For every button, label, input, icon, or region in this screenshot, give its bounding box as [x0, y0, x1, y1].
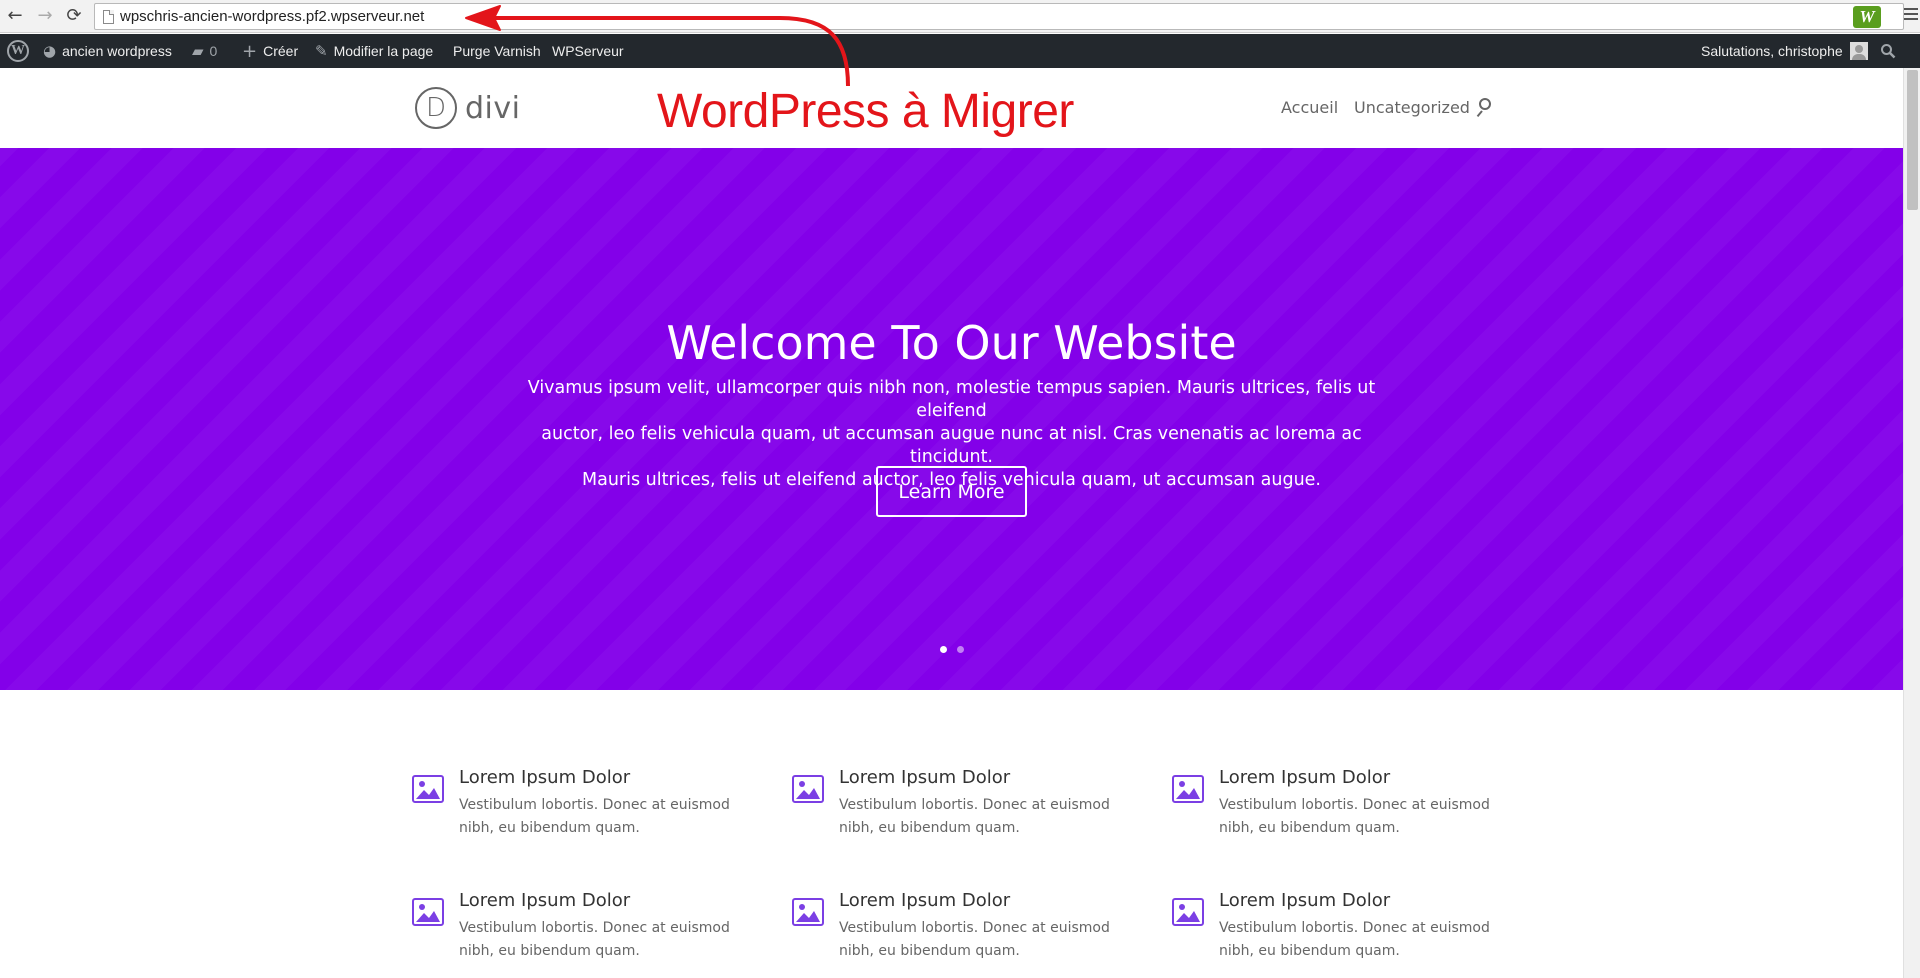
image-icon — [1172, 775, 1204, 803]
search-icon — [1881, 44, 1896, 59]
nav-uncategorized[interactable]: Uncategorized — [1354, 98, 1470, 117]
purge-varnish-label: Purge Varnish — [453, 43, 541, 59]
edit-page-menu[interactable]: ✎ Modifier la page — [315, 34, 433, 68]
blurb-text: Vestibulum lobortis. Donec at euismod ni… — [459, 920, 730, 959]
new-content-menu[interactable]: + Créer — [242, 34, 298, 68]
wpserveur-menu[interactable]: WPServeur — [552, 34, 624, 68]
blurb: Lorem Ipsum Dolor Vestibulum lobortis. D… — [1172, 890, 1512, 970]
comments-menu[interactable]: ▰ 0 — [192, 34, 217, 68]
browser-menu-icon[interactable] — [1904, 8, 1918, 24]
hero-title: Welcome To Our Website — [666, 316, 1237, 370]
wpserveur-label: WPServeur — [552, 43, 624, 59]
forward-arrow-icon[interactable]: → — [34, 5, 56, 27]
purge-varnish-menu[interactable]: Purge Varnish — [453, 34, 541, 68]
image-icon — [792, 898, 824, 926]
image-icon — [412, 898, 444, 926]
blurb: Lorem Ipsum Dolor Vestibulum lobortis. D… — [1172, 767, 1512, 847]
page-scrollbar[interactable] — [1903, 68, 1920, 978]
blurb: Lorem Ipsum Dolor Vestibulum lobortis. D… — [792, 767, 1132, 847]
blurb-text: Vestibulum lobortis. Donec at euismod ni… — [839, 797, 1110, 836]
slider-dot[interactable] — [957, 646, 964, 653]
comments-count: 0 — [209, 43, 218, 59]
greeting-label: Salutations, christophe — [1701, 43, 1843, 59]
url-text[interactable]: wpschris-ancien-wordpress.pf2.wpserveur.… — [120, 8, 424, 25]
nav-accueil[interactable]: Accueil — [1281, 98, 1338, 117]
blurb-text: Vestibulum lobortis. Donec at euismod ni… — [839, 920, 1110, 959]
edit-page-label: Modifier la page — [333, 43, 434, 59]
hero-line: auctor, leo felis vehicula quam, ut accu… — [541, 424, 1362, 467]
wordpress-logo-icon: W — [7, 40, 29, 62]
search-icon[interactable] — [1474, 98, 1492, 118]
screen: ← → ⟳ wpschris-ancien-wordpress.pf2.wpse… — [0, 0, 1920, 978]
new-content-label: Créer — [263, 43, 299, 59]
wp-logo-menu[interactable]: W — [7, 34, 29, 68]
reload-icon[interactable]: ⟳ — [63, 5, 85, 27]
blurb-title: Lorem Ipsum Dolor — [1219, 890, 1391, 911]
page-icon — [103, 10, 114, 24]
hero-slider: Welcome To Our Website Vivamus ipsum vel… — [0, 148, 1903, 690]
blurb: Lorem Ipsum Dolor Vestibulum lobortis. D… — [412, 890, 752, 970]
blurb-title: Lorem Ipsum Dolor — [839, 767, 1011, 788]
learn-more-button[interactable]: Learn More — [876, 466, 1027, 517]
blurb: Lorem Ipsum Dolor Vestibulum lobortis. D… — [412, 767, 752, 847]
image-icon — [792, 775, 824, 803]
hero-line: Vivamus ipsum velit, ullamcorper quis ni… — [527, 378, 1376, 421]
wp-admin-bar: W ◕ ancien wordpress ▰ 0 + Créer ✎ Modif… — [0, 34, 1920, 68]
blurb-text: Vestibulum lobortis. Donec at euismod ni… — [459, 797, 730, 836]
blurb-text: Vestibulum lobortis. Donec at euismod ni… — [1219, 797, 1490, 836]
slider-dot-active[interactable] — [940, 646, 947, 653]
blurb-title: Lorem Ipsum Dolor — [459, 767, 631, 788]
dashboard-icon: ◕ — [43, 42, 57, 60]
back-arrow-icon[interactable]: ← — [4, 5, 26, 27]
divi-logo-icon: D — [415, 87, 457, 129]
wpserveur-extension-icon[interactable]: W — [1853, 6, 1881, 28]
avatar — [1849, 42, 1868, 60]
plus-icon: + — [242, 40, 258, 62]
site-logo[interactable]: D divi — [415, 86, 520, 130]
blurb: Lorem Ipsum Dolor Vestibulum lobortis. D… — [792, 890, 1132, 970]
image-icon — [1172, 898, 1204, 926]
browser-toolbar: ← → ⟳ wpschris-ancien-wordpress.pf2.wpse… — [0, 0, 1920, 33]
blurb-title: Lorem Ipsum Dolor — [839, 890, 1011, 911]
annotation-label: WordPress à Migrer — [657, 85, 1074, 138]
image-icon — [412, 775, 444, 803]
scrollbar-thumb[interactable] — [1907, 70, 1918, 210]
comment-bubble-icon: ▰ — [192, 42, 204, 60]
site-name-menu[interactable]: ◕ ancien wordpress — [43, 34, 172, 68]
blurb-text: Vestibulum lobortis. Donec at euismod ni… — [1219, 920, 1490, 959]
blurb-title: Lorem Ipsum Dolor — [459, 890, 631, 911]
pencil-icon: ✎ — [315, 42, 328, 60]
blurb-title: Lorem Ipsum Dolor — [1219, 767, 1391, 788]
admin-search[interactable] — [1880, 34, 1896, 68]
logo-text: divi — [465, 90, 521, 126]
address-bar[interactable]: wpschris-ancien-wordpress.pf2.wpserveur.… — [94, 3, 1904, 30]
site-name-label: ancien wordpress — [62, 43, 172, 59]
account-menu[interactable]: Salutations, christophe — [1701, 34, 1868, 68]
